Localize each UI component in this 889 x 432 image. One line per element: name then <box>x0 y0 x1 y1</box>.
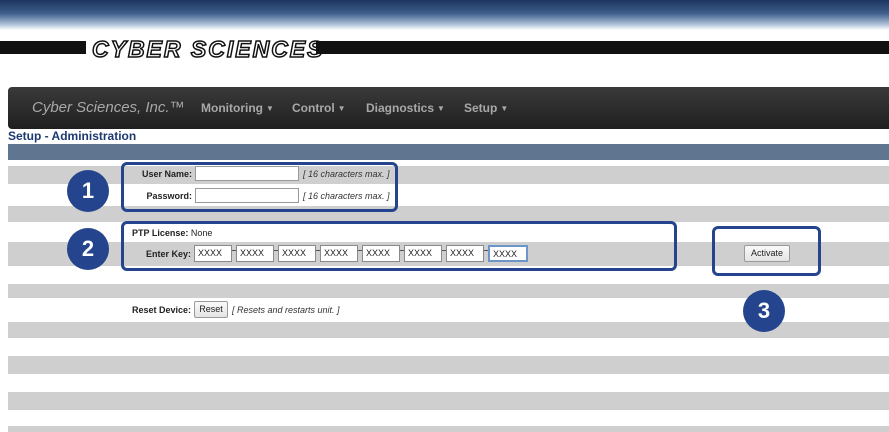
callout-box-activate <box>712 226 821 276</box>
callout-badge-1: 1 <box>67 170 109 212</box>
logo-bar-left <box>0 41 86 54</box>
chevron-down-icon: ▼ <box>437 104 445 113</box>
page-title: Setup - Administration <box>8 129 137 143</box>
table-row <box>8 410 889 426</box>
table-row <box>8 392 889 410</box>
chevron-down-icon: ▼ <box>337 104 346 113</box>
cyber-sciences-logo: CYBER SCIENCES™ <box>91 35 333 63</box>
chevron-down-icon: ▼ <box>265 104 274 113</box>
menu-monitoring[interactable]: Monitoring ▼ <box>201 101 274 115</box>
section-header-bar <box>8 144 889 160</box>
logo-bar-right <box>316 41 889 54</box>
logo-banner: CYBER SCIENCES™ <box>0 35 889 63</box>
reset-button[interactable]: Reset <box>194 301 228 318</box>
table-row <box>8 374 889 392</box>
callout-badge-3: 3 <box>743 290 785 332</box>
main-navbar: Cyber Sciences, Inc.™ Monitoring ▼ Contro… <box>8 87 889 129</box>
menu-diagnostics[interactable]: Diagnostics ▼ <box>366 101 445 115</box>
callout-box-credentials <box>121 162 398 212</box>
menu-setup[interactable]: Setup ▼ <box>464 101 508 115</box>
callout-box-license-key <box>121 221 677 271</box>
table-row <box>8 356 889 374</box>
top-gradient-bar <box>0 0 889 30</box>
reset-device-label: Reset Device: <box>131 305 191 315</box>
menu-control[interactable]: Control ▼ <box>292 101 346 115</box>
chevron-down-icon: ▼ <box>500 104 509 113</box>
table-row <box>8 338 889 356</box>
reset-hint: [ Resets and restarts unit. ] <box>232 305 340 315</box>
table-row <box>8 426 889 432</box>
callout-badge-2: 2 <box>67 228 109 270</box>
navbar-brand[interactable]: Cyber Sciences, Inc.™ <box>32 99 185 116</box>
